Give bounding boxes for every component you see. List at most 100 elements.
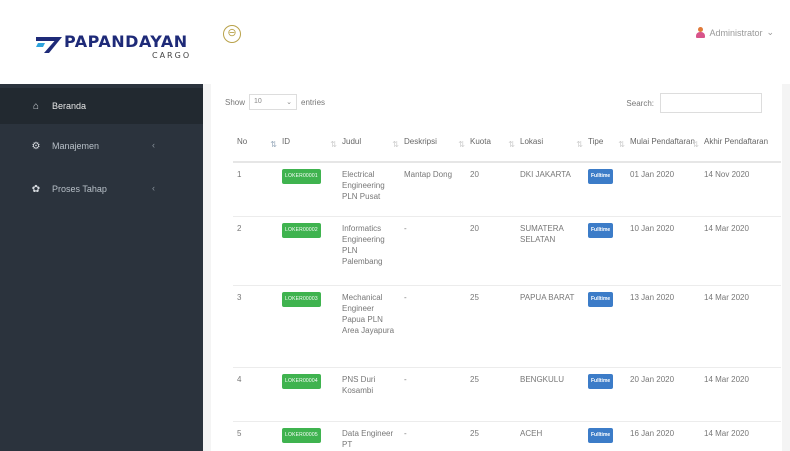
sidebar-item-beranda[interactable]: ⌂ Beranda — [0, 88, 203, 124]
cell-id: LOKER00003 — [278, 284, 338, 367]
id-badge: LOKER00005 — [282, 427, 321, 443]
table-card: Show 10 ⌄ entries Search: No ⇅ ID ⇅ Judul ⇅… — [211, 84, 782, 451]
sidebar-item-label: Beranda — [52, 101, 87, 111]
cell-kuota: 25 — [466, 420, 516, 451]
table-row: 2 LOKER00002 Informatics Engineering PLN… — [233, 215, 781, 285]
user-menu[interactable]: Administrator ⌄ — [696, 27, 774, 38]
sort-icon: ⇅ — [270, 140, 277, 149]
entries-select[interactable]: 10 ⌄ — [249, 94, 298, 110]
cell-deskripsi: Mantap Dong — [400, 161, 466, 216]
show-label: Show — [225, 97, 246, 107]
type-badge: Fulltime — [588, 291, 614, 307]
cell-judul: Electrical Engineering PLN Pusat — [338, 161, 400, 216]
cell-judul: Informatics Engineering PLN Palembang — [338, 215, 400, 285]
cell-lokasi: SUMATERA SELATAN — [516, 215, 584, 285]
cell-no: 1 — [233, 161, 278, 216]
type-badge: Fulltime — [588, 169, 614, 184]
cell-deskripsi: - — [400, 420, 466, 451]
brand-sub: CARGO — [152, 51, 192, 60]
cogs-icon: ⚙ — [31, 140, 41, 152]
column-header-akhir[interactable]: Akhir Pendaftaran — [700, 122, 781, 163]
cell-tipe: Fulltime — [584, 284, 626, 367]
sort-icon: ⇅ — [692, 140, 699, 149]
cell-kuota: 20 — [466, 161, 516, 216]
logo-arrow-icon — [36, 37, 62, 53]
sort-icon: ⇅ — [392, 140, 399, 149]
brand-name: PAPANDAYAN — [64, 32, 188, 51]
type-badge: Fulltime — [588, 373, 614, 389]
cell-mulai: 10 Jan 2020 — [626, 215, 700, 285]
cell-deskripsi: - — [400, 215, 466, 285]
sort-icon: ⇅ — [330, 140, 337, 149]
sort-icon: ⇅ — [576, 140, 583, 149]
sort-icon: ⇅ — [458, 140, 465, 149]
column-header-judul[interactable]: Judul ⇅ — [338, 122, 400, 163]
sidebar-item-proses-tahap[interactable]: ✿ Proses Tahap ‹ — [0, 171, 203, 207]
top-header: PAPANDAYAN CARGO ⊖ Administrator ⌄ — [0, 0, 790, 84]
cell-tipe: Fulltime — [584, 420, 626, 451]
id-badge: LOKER00003 — [282, 291, 321, 307]
chevron-down-icon: ⌄ — [286, 99, 293, 106]
entries-value: 10 — [254, 98, 262, 105]
sort-icon: ⇅ — [508, 140, 515, 149]
cell-judul: Data Engineer PT — [338, 420, 400, 451]
main-content: Show 10 ⌄ entries Search: No ⇅ ID ⇅ Judul ⇅… — [203, 84, 790, 451]
cell-akhir: 14 Nov 2020 — [700, 161, 781, 216]
id-badge: LOKER00001 — [282, 169, 321, 184]
cell-judul: Mechanical Engineer Papua PLN Area Jayap… — [338, 284, 400, 367]
chevron-left-icon: ‹ — [152, 140, 155, 150]
data-table: No ⇅ ID ⇅ Judul ⇅ Deskripsi ⇅ Kuota ⇅ Lokasi ⇅… — [233, 122, 781, 451]
cell-mulai: 16 Jan 2020 — [626, 420, 700, 451]
column-header-mulai[interactable]: Mulai Pendaftaran ⇅ — [626, 122, 700, 163]
column-header-id[interactable]: ID ⇅ — [278, 122, 338, 163]
cell-id: LOKER00004 — [278, 366, 338, 421]
cell-no: 3 — [233, 284, 278, 367]
table-row: 1 LOKER00001 Electrical Engineering PLN … — [233, 161, 781, 216]
cell-lokasi: PAPUA BARAT — [516, 284, 584, 367]
type-badge: Fulltime — [588, 222, 614, 238]
id-badge: LOKER00002 — [282, 222, 321, 238]
user-name: Administrator — [709, 27, 763, 38]
sidebar-item-label: Proses Tahap — [52, 184, 107, 194]
sidebar-toggle-icon[interactable]: ⊖ — [223, 25, 241, 43]
search-control: Search: — [626, 93, 762, 113]
entries-label: entries — [301, 97, 326, 107]
cell-kuota: 25 — [466, 284, 516, 367]
cell-lokasi: DKI JAKARTA — [516, 161, 584, 216]
cell-no: 4 — [233, 366, 278, 421]
avatar — [696, 27, 706, 38]
cell-mulai: 20 Jan 2020 — [626, 366, 700, 421]
cell-akhir: 14 Mar 2020 — [700, 366, 781, 421]
cell-akhir: 14 Mar 2020 — [700, 284, 781, 367]
cell-no: 2 — [233, 215, 278, 285]
cell-id: LOKER00005 — [278, 420, 338, 451]
type-badge: Fulltime — [588, 427, 614, 443]
brand-logo[interactable]: PAPANDAYAN CARGO — [36, 28, 216, 62]
cell-akhir: 14 Mar 2020 — [700, 420, 781, 451]
cell-lokasi: BENGKULU — [516, 366, 584, 421]
table-row: 4 LOKER00004 PNS Duri Kosambi - 25 BENGK… — [233, 366, 781, 421]
cell-mulai: 01 Jan 2020 — [626, 161, 700, 216]
table-header-row: No ⇅ ID ⇅ Judul ⇅ Deskripsi ⇅ Kuota ⇅ Lokasi ⇅… — [233, 122, 781, 163]
length-control: Show 10 ⌄ entries — [225, 94, 325, 110]
cell-tipe: Fulltime — [584, 161, 626, 216]
column-header-kuota[interactable]: Kuota ⇅ — [466, 122, 516, 163]
chevron-left-icon: ‹ — [152, 183, 155, 193]
cell-id: LOKER00001 — [278, 161, 338, 216]
cell-kuota: 20 — [466, 215, 516, 285]
cell-tipe: Fulltime — [584, 215, 626, 285]
search-label: Search: — [626, 98, 654, 108]
sidebar-item-label: Manajemen — [52, 141, 100, 151]
sidebar-item-manajemen[interactable]: ⚙ Manajemen ‹ — [0, 128, 203, 164]
gear-icon: ✿ — [31, 183, 41, 195]
cell-lokasi: ACEH — [516, 420, 584, 451]
column-header-lokasi[interactable]: Lokasi ⇅ — [516, 122, 584, 163]
search-input[interactable] — [660, 93, 762, 113]
column-header-no[interactable]: No ⇅ — [233, 122, 278, 163]
id-badge: LOKER00004 — [282, 373, 321, 389]
column-header-tipe[interactable]: Tipe ⇅ — [584, 122, 626, 163]
chevron-down-icon: ⌄ — [766, 27, 774, 37]
column-header-deskripsi[interactable]: Deskripsi ⇅ — [400, 122, 466, 163]
cell-deskripsi: - — [400, 284, 466, 367]
cell-kuota: 25 — [466, 366, 516, 421]
